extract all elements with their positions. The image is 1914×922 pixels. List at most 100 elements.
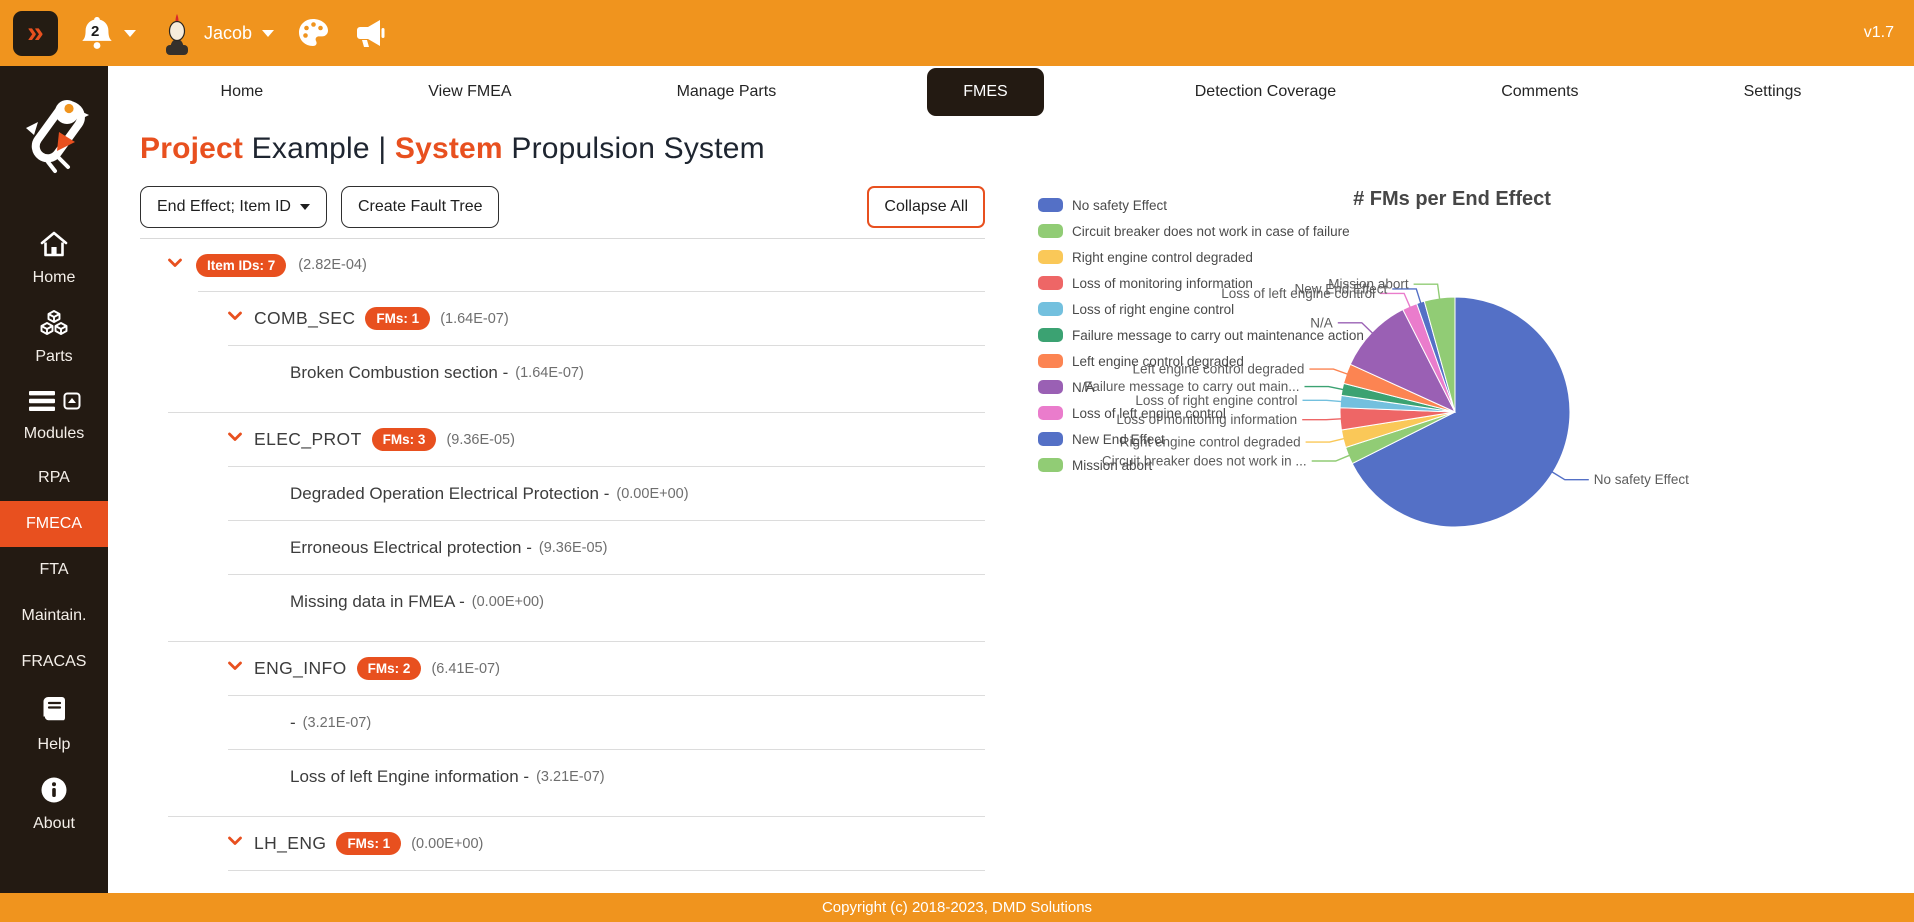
tab-view-fmea[interactable]: View FMEA (414, 75, 525, 109)
legend-item-loss-of-monitoring-information[interactable]: Loss of monitoring information (1038, 270, 1364, 296)
row-value: (3.21E-07) (303, 715, 372, 731)
row-value: (1.64E-07) (515, 365, 584, 381)
legend-item-failure-message-to-carry-out-maintenance-action[interactable]: Failure message to carry out maintenance… (1038, 322, 1364, 348)
sidebar: HomePartsModules RPA FMECA FTA Maintain. FRAC… (0, 66, 108, 893)
legend-item-new-end-effect[interactable]: New End Effect (1038, 426, 1364, 452)
tree-group-row-lh-eng[interactable]: LH_ENGFMs: 1(0.00E+00) (140, 817, 985, 870)
sidebar-item-modules[interactable]: Modules (0, 378, 108, 455)
sidebar-item-parts[interactable]: Parts (0, 299, 108, 378)
topbar: » 2 Jacob (0, 0, 1914, 66)
sidebar-item-label: Help (38, 736, 71, 754)
sidebar-toggle-button[interactable]: » (13, 11, 58, 56)
expand-chevron-icon[interactable] (226, 307, 244, 330)
legend-item-circuit-breaker-does-not-work-in-case-of-failure[interactable]: Circuit breaker does not work in case of… (1038, 218, 1364, 244)
legend-swatch (1038, 432, 1063, 446)
legend-swatch (1038, 250, 1063, 264)
sidebar-item-label: Maintain. (22, 607, 87, 625)
sidebar-item-help[interactable]: Help (0, 685, 108, 766)
sidebar-nav: HomePartsModules RPA FMECA FTA Maintain. FRAC… (0, 220, 108, 845)
sidebar-item-fracas[interactable]: FRACAS (0, 639, 108, 685)
user-menu-caret-icon[interactable] (262, 30, 274, 37)
legend-swatch (1038, 328, 1063, 342)
user-avatar[interactable] (158, 11, 196, 55)
failure-mode-label: Broken Combustion section - (290, 363, 508, 383)
tab-bar: Home View FMEA Manage Parts FMES Detection C… (108, 66, 1914, 118)
tree-child-row[interactable]: Erroneous Electrical protection -(9.36E-… (140, 521, 985, 574)
legend-label: Failure message to carry out maintenance… (1072, 328, 1364, 343)
legend-label: Mission abort (1072, 458, 1152, 473)
legend-swatch (1038, 224, 1063, 238)
row-value: (0.00E+00) (472, 594, 544, 610)
legend-swatch (1038, 406, 1063, 420)
sidebar-item-rpa[interactable]: RPA (0, 455, 108, 501)
row-value: (0.00E+00) (616, 486, 688, 502)
expand-chevron-icon[interactable] (226, 657, 244, 680)
chart-legend: No safety EffectCircuit breaker does not… (1038, 192, 1364, 478)
parts-cubes-icon (38, 309, 70, 342)
collapse-all-button[interactable]: Collapse All (867, 186, 985, 228)
sidebar-item-label: RPA (38, 469, 70, 487)
row-value: (9.36E-05) (539, 540, 608, 556)
legend-label: New End Effect (1072, 432, 1165, 447)
sidebar-item-about[interactable]: About (0, 766, 108, 845)
group-name: COMB_SEC (254, 308, 355, 329)
legend-item-no-safety-effect[interactable]: No safety Effect (1038, 192, 1364, 218)
tree-child-row[interactable]: Missing data in FMEA -(0.00E+00) (140, 575, 985, 628)
sort-dropdown-button[interactable]: End Effect; Item ID (140, 186, 327, 228)
tree-child-row[interactable]: Loss of left Engine information -(3.21E-… (140, 750, 985, 803)
notification-count-badge: 2 (91, 23, 99, 40)
create-fault-tree-button[interactable]: Create Fault Tree (341, 186, 500, 228)
tree-group-row-elec-prot[interactable]: ELEC_PROTFMs: 3(9.36E-05) (140, 413, 985, 466)
theme-palette-icon[interactable] (296, 16, 330, 50)
tree-group-row-eng-info[interactable]: ENG_INFOFMs: 2(6.41E-07) (140, 642, 985, 695)
expand-chevron-icon[interactable] (166, 254, 184, 277)
about-info-icon (40, 776, 68, 809)
pie-callout-label: No safety Effect (1594, 472, 1689, 487)
expand-chevron-icon[interactable] (226, 832, 244, 855)
modules-expand-icon (63, 392, 81, 415)
legend-item-left-engine-control-degraded[interactable]: Left engine control degraded (1038, 348, 1364, 374)
legend-swatch (1038, 302, 1063, 316)
tree-child-row[interactable]: -(3.21E-07) (140, 696, 985, 749)
tab-detection-coverage[interactable]: Detection Coverage (1181, 75, 1350, 109)
notifications-caret-icon[interactable] (124, 30, 136, 37)
fmes-tree: Item IDs: 7(2.82E-04)COMB_SECFMs: 1(1.64… (140, 239, 985, 871)
legend-item-loss-of-left-engine-control[interactable]: Loss of left engine control (1038, 400, 1364, 426)
sidebar-item-maintain[interactable]: Maintain. (0, 593, 108, 639)
tab-home[interactable]: Home (207, 75, 278, 109)
expand-chevron-icon[interactable] (226, 428, 244, 451)
tab-comments[interactable]: Comments (1487, 75, 1592, 109)
tree-child-row[interactable]: Degraded Operation Electrical Protection… (140, 467, 985, 520)
sidebar-item-fta[interactable]: FTA (0, 547, 108, 593)
sidebar-item-fmeca[interactable]: FMECA (0, 501, 108, 547)
user-name[interactable]: Jacob (204, 23, 252, 44)
failure-mode-label: Degraded Operation Electrical Protection… (290, 484, 609, 504)
sidebar-item-label: FMECA (26, 515, 82, 533)
notifications-bell-icon[interactable]: 2 (80, 15, 114, 51)
tab-settings[interactable]: Settings (1730, 75, 1816, 109)
announcements-megaphone-icon[interactable] (352, 16, 386, 50)
legend-label: Loss of monitoring information (1072, 276, 1253, 291)
legend-swatch (1038, 198, 1063, 212)
legend-item-loss-of-right-engine-control[interactable]: Loss of right engine control (1038, 296, 1364, 322)
legend-label: Loss of right engine control (1072, 302, 1234, 317)
tree-child-row[interactable]: Broken Combustion section - (1.64E-07) (140, 346, 985, 399)
row-value: (9.36E-05) (446, 432, 515, 448)
sidebar-item-home[interactable]: Home (0, 220, 108, 299)
tree-root-row[interactable]: Item IDs: 7(2.82E-04) (140, 239, 985, 291)
tab-fmes[interactable]: FMES (927, 68, 1043, 116)
tab-manage-parts[interactable]: Manage Parts (663, 75, 791, 109)
fms-count-badge: FMs: 3 (372, 428, 437, 451)
app-logo-bird[interactable] (12, 92, 96, 180)
row-value: (3.21E-07) (536, 769, 605, 785)
legend-item-mission-abort[interactable]: Mission abort (1038, 452, 1364, 478)
tree-group-row-comb-sec[interactable]: COMB_SECFMs: 1(1.64E-07) (140, 292, 985, 345)
sort-dropdown-label: End Effect; Item ID (157, 198, 291, 216)
chevron-down-icon (300, 204, 310, 210)
project-name: Example (252, 132, 370, 165)
legend-label: Right engine control degraded (1072, 250, 1253, 265)
footer: Copyright (c) 2018-2023, DMD Solutions (0, 893, 1914, 922)
legend-item-right-engine-control-degraded[interactable]: Right engine control degraded (1038, 244, 1364, 270)
toolbar: End Effect; Item ID Create Fault Tree Co… (140, 186, 985, 228)
legend-item-n-a[interactable]: N/A (1038, 374, 1364, 400)
